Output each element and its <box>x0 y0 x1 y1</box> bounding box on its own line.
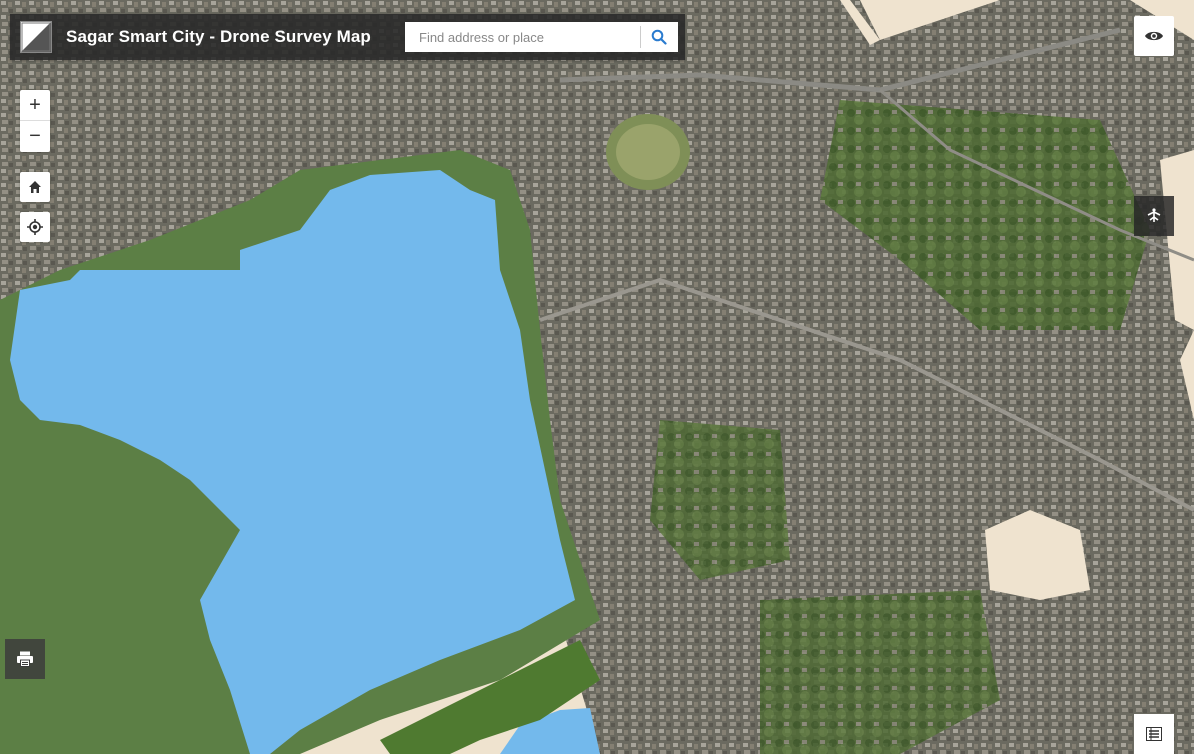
drone-orthophoto <box>0 0 1194 754</box>
layers-button[interactable] <box>1134 196 1174 236</box>
search-input[interactable] <box>405 28 640 46</box>
locate-icon <box>27 219 43 235</box>
zoom-out-button[interactable]: − <box>20 120 50 151</box>
app-header: Sagar Smart City - Drone Survey Map <box>10 14 685 60</box>
visibility-toggle-button[interactable] <box>1134 16 1174 56</box>
home-icon <box>29 181 41 193</box>
map-canvas[interactable] <box>0 0 1194 754</box>
locate-button[interactable] <box>20 212 50 242</box>
search-box <box>405 22 678 52</box>
search-icon <box>651 29 667 45</box>
legend-button[interactable] <box>1134 714 1174 754</box>
zoom-control: + − <box>20 90 50 152</box>
print-button[interactable] <box>5 639 45 679</box>
layers-icon <box>1147 208 1161 222</box>
eye-icon <box>1145 31 1163 41</box>
page-title: Sagar Smart City - Drone Survey Map <box>66 27 371 46</box>
home-button[interactable] <box>20 172 50 202</box>
zoom-in-button[interactable]: + <box>20 90 50 120</box>
list-icon <box>1146 727 1162 741</box>
dronemaps-logo[interactable] <box>20 21 52 53</box>
printer-icon <box>17 651 33 667</box>
search-button[interactable] <box>641 22 678 52</box>
